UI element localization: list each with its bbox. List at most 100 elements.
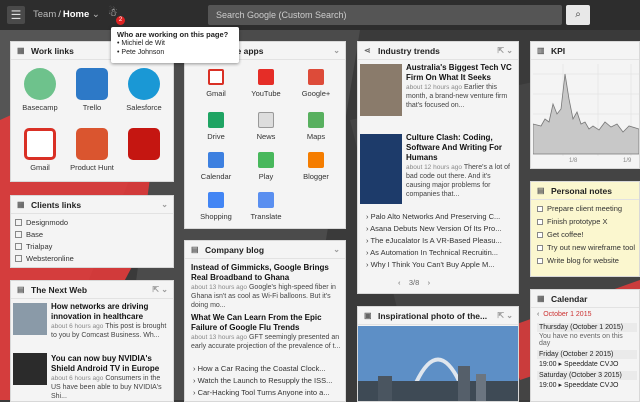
- calendar-month: October 1 2015: [543, 311, 592, 318]
- calendar-header: ▦ Calendar: [531, 290, 639, 308]
- link-icon: ▦: [17, 46, 25, 55]
- news-meta: about 13 hours ago: [191, 334, 248, 341]
- breadcrumb-team[interactable]: Team: [33, 9, 56, 20]
- note-item[interactable]: Prepare client meeting: [537, 204, 622, 213]
- app-news[interactable]: News: [246, 112, 286, 141]
- news-meta: about 12 hours ago: [406, 84, 463, 91]
- kpi-chart: [533, 64, 639, 156]
- gmail-icon: [208, 69, 224, 85]
- app-blogger[interactable]: Blogger: [296, 152, 336, 181]
- chevron-down-icon[interactable]: ⌄: [92, 9, 100, 20]
- app-calendar[interactable]: Calendar: [196, 152, 236, 181]
- news-title[interactable]: Australia's Biggest Tech VC Firm On What…: [406, 63, 516, 83]
- checkbox-icon[interactable]: [537, 206, 543, 212]
- panel-title: KPI: [551, 46, 566, 56]
- checkbox-icon[interactable]: [537, 258, 543, 264]
- app-play[interactable]: Play: [246, 152, 286, 181]
- industry-link[interactable]: › Asana Debuts New Version Of Its Pro...: [366, 224, 501, 235]
- news-title[interactable]: How networks are driving innovation in h…: [51, 302, 171, 322]
- kpi-axis-label: 1/9: [623, 158, 632, 164]
- prev-icon[interactable]: ‹: [537, 311, 539, 318]
- checkbox-icon[interactable]: [537, 232, 543, 238]
- day-event[interactable]: 19:00 ▸ Speeddate CVJO: [537, 359, 637, 369]
- news-title[interactable]: Culture Clash: Coding, Software And Writ…: [406, 133, 516, 163]
- blogger-icon: [308, 152, 324, 168]
- menu-icon[interactable]: ☰: [7, 6, 25, 24]
- app-label: Gmail: [30, 163, 50, 172]
- news-item[interactable]: What We Can Learn From the Epic Failure …: [191, 313, 343, 351]
- news-item[interactable]: How networks are driving innovation in h…: [51, 302, 171, 340]
- collapse-icon[interactable]: ⌄: [333, 46, 340, 55]
- producthunt-icon: [76, 128, 108, 160]
- client-link[interactable]: Designmodo: [15, 218, 68, 229]
- client-link[interactable]: Websteronline: [15, 254, 74, 265]
- checkbox-icon[interactable]: [537, 219, 543, 225]
- news-title[interactable]: What We Can Learn From the Epic Failure …: [191, 313, 343, 333]
- day-event[interactable]: You have no events on this day: [537, 332, 637, 348]
- app-trello[interactable]: Trello: [69, 68, 115, 112]
- app-drive[interactable]: Drive: [196, 112, 236, 141]
- app-translate[interactable]: Translate: [246, 192, 286, 221]
- news-meta: about 12 hours ago: [406, 164, 463, 171]
- news-item[interactable]: Instead of Gimmicks, Google Brings Real …: [191, 263, 343, 310]
- app-basecamp[interactable]: Basecamp: [17, 68, 63, 112]
- day-event[interactable]: 19:00 ▸ Speeddate CVJO: [537, 380, 637, 390]
- app-gmail[interactable]: Gmail: [17, 128, 63, 172]
- personal-notes-panel: ▤ Personal notes Prepare client meeting F…: [530, 181, 640, 277]
- image-icon: ▣: [364, 311, 372, 320]
- news-title[interactable]: You can now buy NVIDIA's Shield Android …: [51, 354, 171, 374]
- industry-link[interactable]: › Why I Think You Can't Buy Apple M...: [366, 260, 494, 271]
- collapse-icon[interactable]: ⇱ ⌄: [497, 311, 513, 320]
- note-item[interactable]: Get coffee!: [537, 230, 584, 239]
- app-label: Product Hunt: [70, 163, 114, 172]
- app-maps[interactable]: Maps: [296, 112, 336, 141]
- client-link[interactable]: Base: [15, 230, 43, 241]
- client-label: Trialpay: [26, 242, 53, 251]
- collapse-icon[interactable]: ⌄: [333, 245, 340, 254]
- app-adobe-reader[interactable]: [121, 128, 167, 163]
- checkbox-icon[interactable]: [537, 245, 543, 251]
- panel-title: Inspirational photo of the...: [378, 311, 488, 321]
- basecamp-icon: [24, 68, 56, 100]
- trello-icon: [76, 68, 108, 100]
- app-googleplus[interactable]: Google+: [296, 69, 336, 98]
- breadcrumb-home[interactable]: Home: [63, 9, 89, 20]
- news-item[interactable]: You can now buy NVIDIA's Shield Android …: [51, 354, 171, 401]
- news-item[interactable]: Australia's Biggest Tech VC Firm On What…: [406, 63, 516, 110]
- collapse-icon[interactable]: ⇱ ⌄: [497, 46, 513, 55]
- note-item[interactable]: Finish prototype X: [537, 217, 607, 226]
- day-label: Saturday (October 3 2015): [537, 371, 637, 380]
- industry-link[interactable]: › The eJucalator Is A VR-Based Pleasu...: [366, 236, 502, 247]
- favicon-icon: [15, 243, 22, 250]
- salesforce-icon: [128, 68, 160, 100]
- app-shopping[interactable]: Shopping: [196, 192, 236, 221]
- note-item[interactable]: Try out new wireframe tool: [537, 243, 635, 252]
- app-producthunt[interactable]: Product Hunt: [69, 128, 115, 172]
- breadcrumb[interactable]: Team / Home ⌄: [33, 9, 100, 20]
- blog-link[interactable]: › How a Car Racing the Coastal Clock...: [193, 364, 326, 375]
- app-gmail[interactable]: Gmail: [196, 69, 236, 98]
- next-icon[interactable]: ›: [428, 278, 431, 287]
- news-meta: about 6 hours ago: [51, 323, 104, 330]
- app-label: Calendar: [200, 172, 232, 181]
- app-youtube[interactable]: YouTube: [246, 69, 286, 98]
- industry-link[interactable]: › Palo Alto Networks And Preserving C...: [366, 212, 500, 223]
- search-input[interactable]: Search Google (Custom Search): [208, 5, 562, 25]
- app-salesforce[interactable]: Salesforce: [121, 68, 167, 112]
- collapse-icon[interactable]: ⌄: [161, 200, 168, 209]
- news-icon: [258, 112, 274, 128]
- news-title[interactable]: Instead of Gimmicks, Google Brings Real …: [191, 263, 343, 283]
- collapse-icon[interactable]: ⇱ ⌄: [152, 285, 168, 294]
- news-item[interactable]: Culture Clash: Coding, Software And Writ…: [406, 133, 516, 199]
- blog-link[interactable]: › Watch the Launch to Resupply the ISS..…: [193, 376, 332, 387]
- client-link[interactable]: Trialpay: [15, 242, 52, 253]
- next-web-header: ▤ The Next Web ⇱ ⌄: [11, 281, 173, 299]
- prev-icon[interactable]: ‹: [398, 278, 401, 287]
- industry-link[interactable]: › As Automation In Technical Recruitin..…: [366, 248, 498, 259]
- google-apps-panel: gle apps ⌄ Gmail YouTube Google+ Drive Ne…: [184, 41, 346, 229]
- panel-title: Industry trends: [378, 46, 440, 56]
- blog-link[interactable]: › Car-Hacking Tool Turns Anyone into a..…: [193, 388, 330, 399]
- news-thumbnail: [360, 134, 402, 204]
- note-item[interactable]: Write blog for website: [537, 256, 619, 265]
- search-button[interactable]: ⌕: [566, 5, 590, 25]
